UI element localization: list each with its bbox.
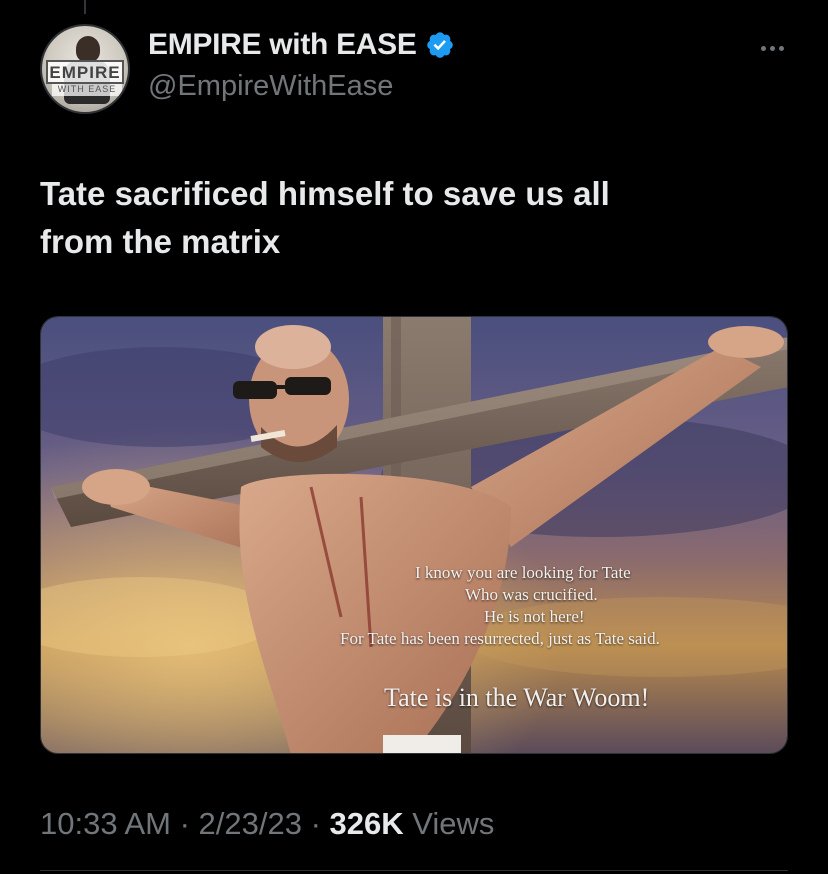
tweet-image[interactable]: I know you are looking for Tate Who was … [40, 316, 788, 754]
meta-separator: · [301, 806, 330, 841]
divider [40, 870, 788, 871]
avatar-logo-subtext: WITH EASE [52, 84, 122, 96]
thread-connector [84, 0, 86, 14]
avatar-figure-head [76, 36, 100, 62]
author-handle[interactable]: @EmpireWithEase [148, 70, 393, 103]
views-count[interactable]: 326K [330, 806, 404, 841]
tweet-metadata: 10:33 AM · 2/23/23 · 326K Views [40, 806, 494, 842]
more-options-icon[interactable] [752, 40, 792, 56]
more-dot [769, 45, 775, 51]
tweet-text-line: Tate sacrificed himself to save us all [40, 175, 610, 212]
tweet-text: Tate sacrificed himself to save us all f… [40, 170, 780, 266]
tweet-text-line: from the matrix [40, 223, 281, 260]
verified-badge-icon[interactable] [425, 30, 455, 60]
image-caption-line: I know you are looking for Tate [415, 563, 631, 582]
avatar-logo-text: EMPIRE [46, 60, 124, 84]
tweet-time[interactable]: 10:33 AM [40, 806, 171, 841]
image-caption-line: For Tate has been resurrected, just as T… [340, 629, 660, 648]
more-dot [778, 45, 784, 51]
image-caption-line: Tate is in the War Woom! [384, 683, 650, 712]
author-name-row[interactable]: EMPIRE with EASE [148, 28, 455, 62]
image-caption-line: Who was crucified. [465, 585, 598, 604]
meta-separator: · [170, 806, 199, 841]
avatar[interactable]: EMPIRE WITH EASE [40, 24, 130, 114]
tweet-date[interactable]: 2/23/23 [199, 806, 302, 841]
more-dot [760, 45, 766, 51]
views-label: Views [403, 806, 495, 841]
image-caption-line: He is not here! [484, 607, 585, 626]
author-display-name[interactable]: EMPIRE with EASE [148, 28, 417, 62]
